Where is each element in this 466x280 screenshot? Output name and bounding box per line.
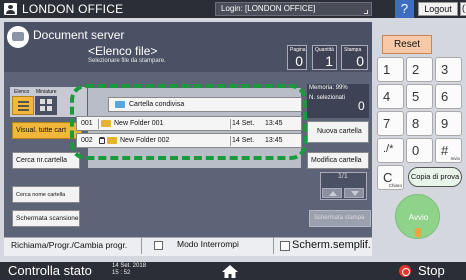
- check-status-button[interactable]: Controlla stato: [8, 263, 92, 278]
- start-indicator-icon: [415, 228, 421, 237]
- search-folder-number-button[interactable]: Cerca nr.cartella: [12, 152, 80, 169]
- selected-count: 0: [358, 99, 365, 113]
- key-5[interactable]: 5: [406, 84, 433, 109]
- key-3[interactable]: 3: [435, 57, 462, 82]
- view-list-label: Elenco: [14, 89, 30, 95]
- key-8[interactable]: 8: [406, 111, 433, 136]
- file-list-subtitle: Selezionare file da stampare.: [88, 58, 166, 64]
- key-1[interactable]: 1: [377, 57, 404, 82]
- search-folder-name-button[interactable]: Cerca nome cartella: [12, 186, 80, 203]
- print-counter: Stampa 0: [341, 45, 368, 70]
- arrow-up-icon[interactable]: [322, 188, 342, 198]
- login-corner-icon: [364, 10, 368, 14]
- key-0[interactable]: 0: [406, 138, 433, 163]
- login-text: Login: [LONDON OFFICE]: [221, 4, 316, 13]
- help-button[interactable]: ?: [395, 0, 414, 18]
- home-button[interactable]: [210, 262, 250, 280]
- counter-value: 0: [356, 53, 364, 69]
- server-icon: [7, 26, 29, 48]
- arrow-down-icon[interactable]: [344, 188, 364, 198]
- modify-folder-button[interactable]: Modifica cartella: [307, 152, 369, 169]
- selected-label: N. selezionati: [309, 95, 346, 101]
- list-icon: [18, 101, 29, 103]
- interrupt-checkbox[interactable]: [154, 241, 163, 250]
- file-list-title: <Elenco file>: [88, 44, 158, 58]
- simplified-checkbox[interactable]: [280, 241, 290, 251]
- view-thumbnail-label: Miniature: [36, 89, 57, 95]
- time-text: 15 : 52: [112, 270, 131, 276]
- clear-key[interactable]: C Chiaro: [377, 165, 404, 190]
- thumbnail-view-button[interactable]: [35, 96, 57, 115]
- simplified-label: Scherm.semplif.: [292, 239, 371, 251]
- logout-button[interactable]: Logout: [418, 2, 458, 16]
- user-icon: [4, 3, 17, 15]
- login-field[interactable]: Login: [LONDON OFFICE]: [215, 2, 372, 16]
- list-icon-line: [18, 109, 29, 111]
- simplified-screen-button[interactable]: Scherm.semplif.: [276, 237, 372, 256]
- page-count: 1/1: [338, 173, 348, 180]
- key-star[interactable]: ./*: [377, 138, 404, 163]
- copy-proof-button[interactable]: Copia di prova: [408, 167, 462, 187]
- pages-counter: Pagina 0: [287, 45, 307, 70]
- grid-icon-cell: [40, 106, 45, 111]
- print-screen-button[interactable]: Schermata stampa: [309, 210, 371, 227]
- start-button[interactable]: Avvio: [395, 194, 440, 239]
- list-icon-line: [18, 105, 29, 107]
- key-hash-label: #: [441, 143, 449, 158]
- counter-value: 0: [295, 53, 303, 69]
- start-label: Avvio: [408, 213, 429, 222]
- key-6[interactable]: 6: [435, 84, 462, 109]
- scan-screen-button[interactable]: Schermata scansione: [12, 210, 80, 227]
- grid-icon: [40, 99, 45, 104]
- memory-label: Memoria: 99%: [309, 85, 348, 91]
- key-hash-sublabel: Invio: [450, 156, 460, 161]
- stop-icon[interactable]: [399, 265, 411, 277]
- key-7[interactable]: 7: [377, 111, 404, 136]
- new-folder-button[interactable]: Nuova cartella: [307, 121, 369, 143]
- panel-title: Document server: [33, 28, 125, 42]
- interrupt-label: Modo Interrompi: [177, 239, 239, 249]
- key-9[interactable]: 9: [435, 111, 462, 136]
- recall-program-button[interactable]: Richiama/Progr./Cambia progr.: [8, 237, 142, 254]
- key-2[interactable]: 2: [406, 57, 433, 82]
- reset-button[interactable]: Reset: [382, 35, 432, 54]
- interrupt-mode-button[interactable]: Modo Interrompi: [150, 237, 274, 254]
- counter-value: 1: [325, 53, 333, 69]
- key-4[interactable]: 4: [377, 84, 404, 109]
- clear-key-sublabel: Chiaro: [388, 183, 402, 188]
- office-name: LONDON OFFICE: [22, 2, 124, 16]
- date-time: 14 Set. 2018 15 : 52: [112, 263, 146, 277]
- date-text: 14 Set. 2018: [112, 263, 147, 269]
- grid-icon-cell: [47, 106, 52, 111]
- highlight-ring: [70, 84, 307, 160]
- partial-button[interactable]: (: [460, 2, 466, 16]
- stop-button[interactable]: Stop: [418, 263, 445, 278]
- home-icon: [222, 265, 238, 278]
- grid-icon-cell: [47, 99, 52, 104]
- key-hash[interactable]: # Invio: [435, 138, 462, 163]
- list-view-button[interactable]: [12, 96, 34, 115]
- quantity-counter: Quantità 1: [312, 45, 337, 70]
